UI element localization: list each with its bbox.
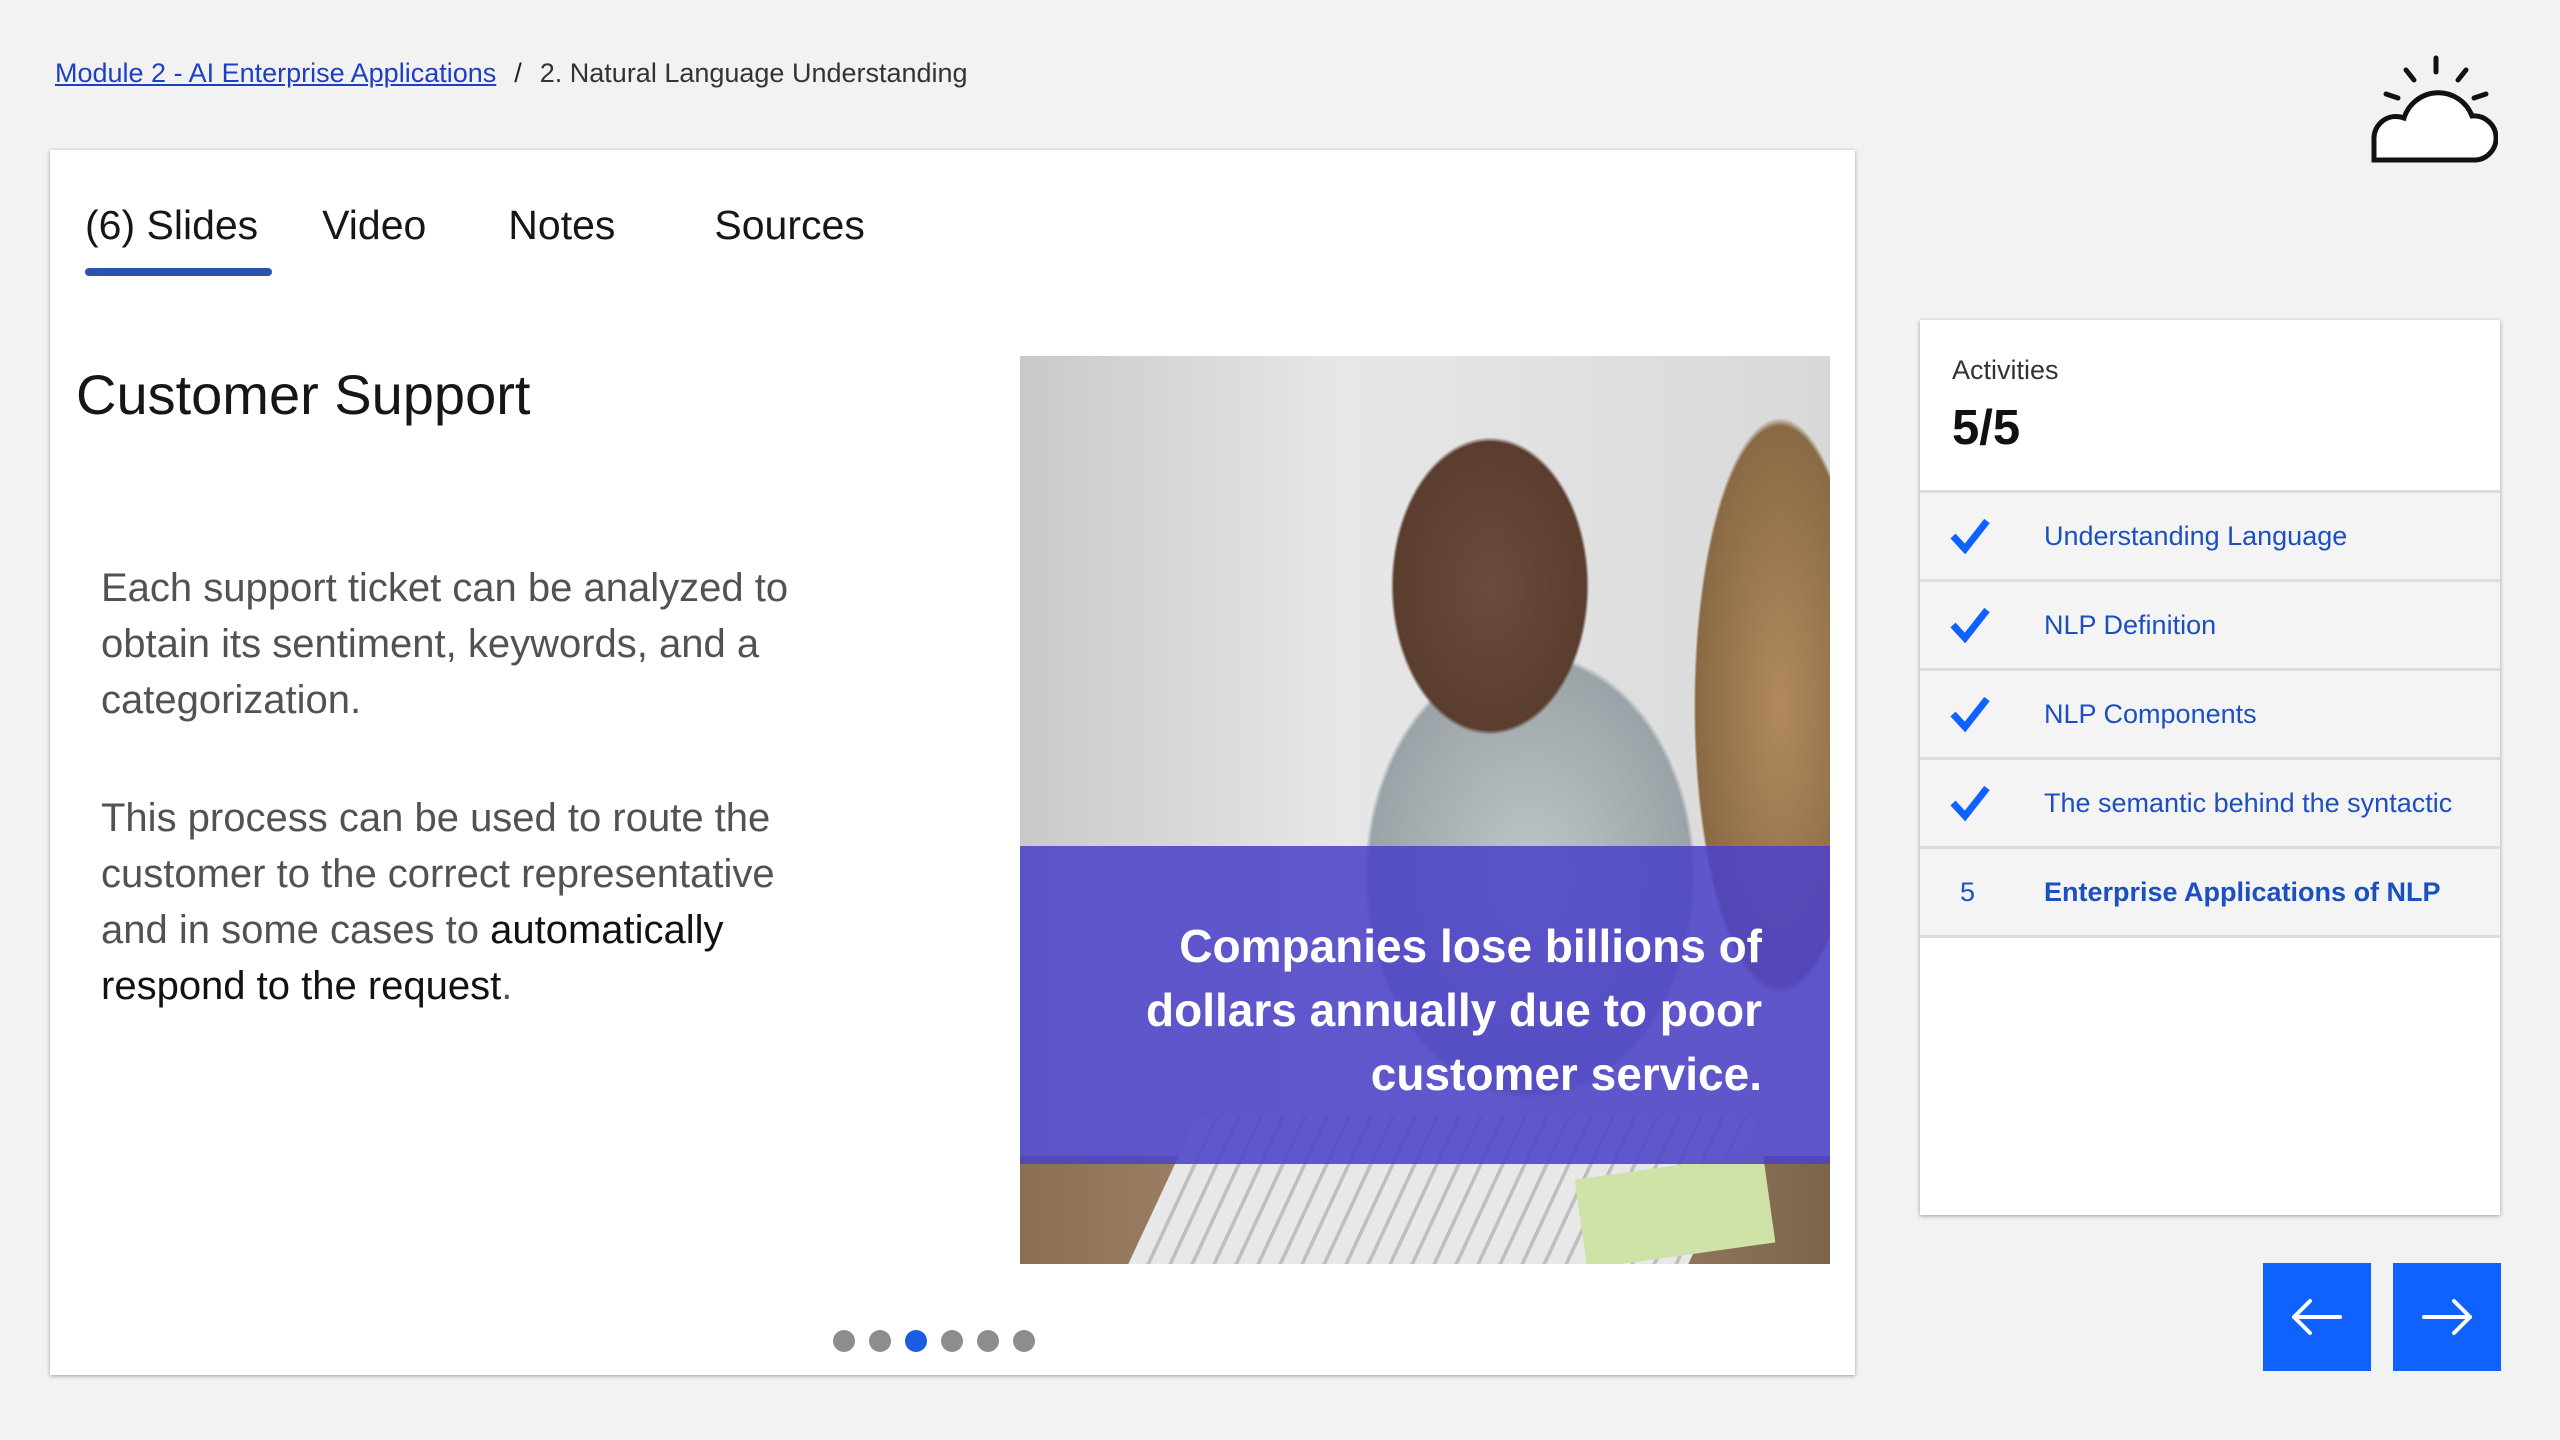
slide-paragraph-2: This process can be used to route the cu… <box>101 790 841 1014</box>
activities-count: 5/5 <box>1952 401 2021 455</box>
activity-label: Understanding Language <box>2044 521 2348 551</box>
checkmark-icon <box>1950 518 1990 555</box>
activity-item[interactable]: NLP Components <box>1920 671 2500 760</box>
activity-item[interactable]: Understanding Language <box>1920 493 2500 582</box>
pagination-dot-2[interactable] <box>869 1330 891 1352</box>
activity-item[interactable]: 5 Enterprise Applications of NLP <box>1920 849 2500 938</box>
activity-item[interactable]: NLP Definition <box>1920 582 2500 671</box>
activity-label: Enterprise Applications of NLP <box>2044 877 2441 907</box>
pagination-dot-5[interactable] <box>977 1330 999 1352</box>
arrow-right-icon <box>2422 1299 2472 1335</box>
tab-slides[interactable]: (6) Slides <box>78 205 273 276</box>
breadcrumb-module-link[interactable]: Module 2 - AI Enterprise Applications <box>55 58 496 89</box>
cloud-sun-icon <box>2371 55 2498 163</box>
activity-label: The semantic behind the syntactic <box>2044 788 2453 818</box>
pagination-dot-6[interactable] <box>1013 1330 1035 1352</box>
checkmark-icon <box>1950 785 1990 822</box>
activities-panel: Activities 5/5 Understanding Language NLP… <box>1920 320 2500 1215</box>
checkmark-icon <box>1950 696 1990 733</box>
activities-list: Understanding Language NLP Definition NLP … <box>1920 490 2500 938</box>
image-caption-overlay: Companies lose billions of dollars annua… <box>1020 846 1830 1164</box>
activity-item[interactable]: The semantic behind the syntactic <box>1920 760 2500 849</box>
arrow-left-icon <box>2292 1299 2342 1335</box>
image-caption: Companies lose billions of dollars annua… <box>1146 920 1762 1100</box>
activities-header: Activities 5/5 <box>1920 320 2500 490</box>
pagination-dot-4[interactable] <box>941 1330 963 1352</box>
pagination-dot-3[interactable] <box>905 1330 927 1352</box>
slide-pagination <box>833 1330 1035 1352</box>
content-tabs: (6) Slides Video Notes Sources <box>78 205 932 285</box>
checkmark-icon <box>1950 607 1990 644</box>
breadcrumb: Module 2 - AI Enterprise Applications / … <box>55 58 968 89</box>
pagination-dot-1[interactable] <box>833 1330 855 1352</box>
slide-title: Customer Support <box>76 363 531 426</box>
activities-label: Activities <box>1952 355 2059 385</box>
slide-body: Each support ticket can be analyzed to o… <box>101 560 841 1076</box>
next-button[interactable] <box>2393 1263 2501 1371</box>
activity-number: 5 <box>1960 876 1976 907</box>
activity-label: NLP Components <box>2044 699 2257 729</box>
breadcrumb-current: 2. Natural Language Understanding <box>539 58 968 88</box>
lesson-content-panel: (6) Slides Video Notes Sources Customer … <box>50 150 1855 1375</box>
slide-image: Companies lose billions of dollars annua… <box>1020 356 1830 1264</box>
previous-button[interactable] <box>2263 1263 2371 1371</box>
activity-label: NLP Definition <box>2044 610 2217 640</box>
breadcrumb-separator: / <box>514 58 522 88</box>
slide-paragraph-1: Each support ticket can be analyzed to o… <box>101 566 789 722</box>
tab-notes[interactable]: Notes <box>501 205 622 270</box>
tab-sources[interactable]: Sources <box>707 205 871 270</box>
tab-video[interactable]: Video <box>315 205 433 270</box>
slide-paragraph-2-end: . <box>501 964 513 1008</box>
